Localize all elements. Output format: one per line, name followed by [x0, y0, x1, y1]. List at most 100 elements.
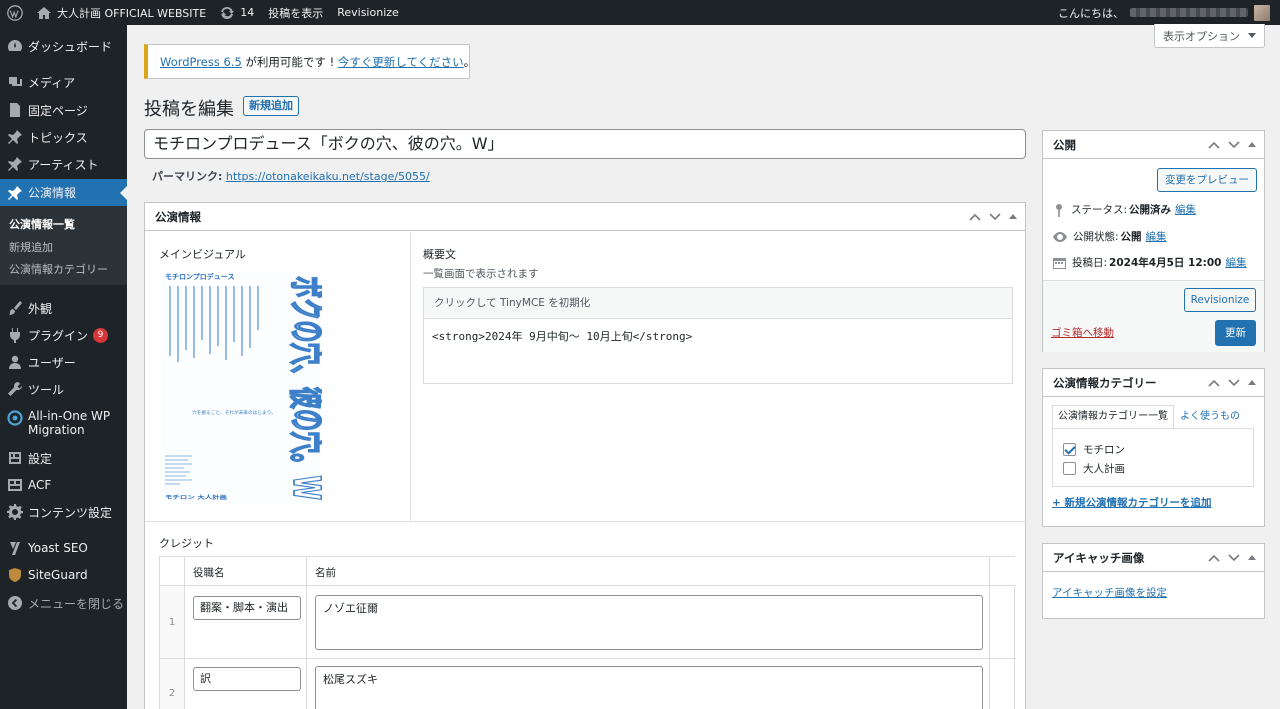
- category-item-mochiron[interactable]: モチロン: [1063, 442, 1125, 457]
- move-down-icon[interactable]: [1228, 553, 1240, 562]
- sidebar-item-migration[interactable]: All-in-One WP Migration: [0, 409, 127, 439]
- dashboard-icon: [6, 37, 24, 55]
- collapse-toggle-icon[interactable]: [1248, 142, 1256, 147]
- name-textarea[interactable]: 松尾スズキ: [315, 666, 983, 709]
- update-button[interactable]: 更新: [1215, 320, 1256, 346]
- sidebar-item-label: アーティスト: [28, 157, 99, 172]
- poster-art: モチロンプロデュース ボクの穴、彼の穴。W 穴を掘ること、それが未来: [162, 270, 322, 504]
- sidebar-item-artists[interactable]: アーティスト: [0, 153, 127, 175]
- wordpress-version-link[interactable]: WordPress 6.5: [160, 55, 242, 69]
- sidebar-item-plugins[interactable]: プラグイン 9: [0, 324, 127, 346]
- screen-options-button[interactable]: 表示オプション: [1154, 24, 1265, 48]
- edit-date-link[interactable]: 編集: [1225, 255, 1246, 270]
- add-new-button[interactable]: 新規追加: [243, 96, 299, 116]
- update-now-link[interactable]: 今すぐ更新してください: [338, 54, 464, 70]
- role-input[interactable]: 訳: [193, 667, 301, 691]
- column-role: 役職名: [193, 567, 225, 579]
- sidebar-item-dashboard[interactable]: ダッシュボード: [0, 35, 127, 57]
- submenu-performance-list[interactable]: 公演情報一覧: [9, 216, 75, 232]
- summary-textarea[interactable]: <strong>2024年 9月中旬〜 10月上旬</strong>: [424, 319, 1012, 353]
- sidebar-item-content-settings[interactable]: コンテンツ設定: [0, 501, 127, 523]
- set-featured-image-link[interactable]: アイキャッチ画像を設定: [1052, 585, 1167, 600]
- checkbox-unchecked[interactable]: [1063, 462, 1076, 475]
- row-number[interactable]: 1: [160, 587, 184, 658]
- revisionize-button[interactable]: Revisionize: [1184, 288, 1256, 312]
- move-down-icon[interactable]: [1228, 140, 1240, 149]
- sidebar-item-topics[interactable]: トピックス: [0, 126, 127, 148]
- name-textarea[interactable]: ノゾエ征爾: [315, 595, 983, 650]
- account-menu[interactable]: こんにちは、: [1058, 0, 1280, 25]
- category-item-otonakeikaku[interactable]: 大人計画: [1063, 461, 1125, 476]
- collapse-toggle-icon[interactable]: [1248, 555, 1256, 560]
- table-divider: [184, 557, 185, 709]
- yoast-icon: [6, 539, 24, 557]
- updates-link[interactable]: 14: [213, 0, 261, 25]
- sidebar-item-label: 公演情報: [28, 186, 77, 200]
- performances-submenu: 公演情報一覧 新規追加 公演情報カテゴリー: [0, 206, 127, 285]
- refresh-icon: [221, 6, 235, 19]
- settings-icon: [6, 449, 24, 467]
- add-new-category-link[interactable]: + 新規公演情報カテゴリーを追加: [1052, 495, 1211, 510]
- preview-changes-button[interactable]: 変更をプレビュー: [1157, 168, 1257, 192]
- sidebar-item-label: SiteGuard: [28, 568, 88, 582]
- edit-visibility-link[interactable]: 編集: [1146, 229, 1167, 244]
- sidebar-item-performances[interactable]: 公演情報: [0, 179, 127, 206]
- move-to-trash-link[interactable]: ゴミ箱へ移動: [1051, 325, 1114, 340]
- sidebar-item-users[interactable]: ユーザー: [0, 351, 127, 373]
- sidebar-item-label: ACF: [28, 478, 52, 492]
- sidebar-item-siteguard[interactable]: SiteGuard: [0, 564, 127, 586]
- row-divider: [160, 658, 1016, 659]
- summary-description: 一覧画面で表示されます: [423, 268, 539, 280]
- calendar-icon: [1053, 258, 1066, 269]
- publish-actions: Revisionize ゴミ箱へ移動 更新: [1043, 280, 1264, 352]
- main-visual-label: メインビジュアル: [159, 248, 246, 261]
- move-up-icon[interactable]: [1208, 554, 1220, 562]
- tinymce-init-bar[interactable]: クリックして TinyMCE を初期化: [424, 288, 1012, 319]
- tab-all-categories[interactable]: 公演情報カテゴリー一覧: [1052, 405, 1174, 429]
- sidebar-item-yoast[interactable]: Yoast SEO: [0, 537, 127, 559]
- move-up-icon[interactable]: [969, 213, 981, 221]
- post-title-input[interactable]: モチロンプロデュース「ボクの穴、彼の穴。W」: [144, 129, 1026, 159]
- status-row: ステータス: 公開済み 編集: [1053, 202, 1196, 217]
- sidebar-item-settings[interactable]: 設定: [0, 447, 127, 469]
- edit-status-link[interactable]: 編集: [1175, 202, 1196, 217]
- role-input[interactable]: 翻案・脚本・演出: [193, 596, 301, 620]
- date-row: 投稿日: 2024年4月5日 12:00 編集: [1053, 255, 1246, 270]
- sidebar-item-tools[interactable]: ツール: [0, 378, 127, 400]
- brush-icon: [6, 299, 24, 317]
- row-number[interactable]: 2: [160, 659, 184, 709]
- greeting: こんにちは、: [1058, 6, 1124, 20]
- plugin-updates-badge: 9: [93, 327, 109, 343]
- move-down-icon[interactable]: [1228, 378, 1240, 387]
- submenu-add-new[interactable]: 新規追加: [9, 239, 53, 255]
- poster-title: ボクの穴、彼の穴。W: [285, 276, 322, 500]
- move-up-icon[interactable]: [1208, 379, 1220, 387]
- plugin-icon: [6, 326, 24, 344]
- main-visual-image[interactable]: モチロンプロデュース ボクの穴、彼の穴。W 穴を掘ること、それが未来: [162, 270, 322, 504]
- view-post-link[interactable]: 投稿を表示: [261, 0, 330, 25]
- checkbox-checked[interactable]: [1063, 443, 1076, 456]
- avatar: [1254, 4, 1270, 21]
- wordpress-logo-icon[interactable]: [0, 0, 30, 25]
- migration-label-2: Migration: [28, 423, 85, 437]
- summary-editor[interactable]: クリックして TinyMCE を初期化 <strong>2024年 9月中旬〜 …: [423, 287, 1013, 384]
- collapse-toggle-icon[interactable]: [1248, 380, 1256, 385]
- sidebar-item-pages[interactable]: 固定ページ: [0, 99, 127, 121]
- sidebar-item-label: ユーザー: [28, 355, 76, 370]
- revisionize-link[interactable]: Revisionize: [330, 0, 406, 25]
- collapse-toggle-icon[interactable]: [1009, 214, 1017, 219]
- wrench-icon: [6, 380, 24, 398]
- gear-icon: [6, 503, 24, 521]
- tab-most-used[interactable]: よく使うもの: [1174, 405, 1246, 429]
- sidebar-item-collapse[interactable]: メニューを閉じる: [0, 592, 127, 614]
- site-name-link[interactable]: 大人計画 OFFICIAL WEBSITE: [30, 0, 213, 25]
- move-down-icon[interactable]: [989, 212, 1001, 221]
- sidebar-item-appearance[interactable]: 外観: [0, 297, 127, 319]
- submenu-categories[interactable]: 公演情報カテゴリー: [9, 261, 108, 277]
- visibility-label: 公開状態:: [1073, 231, 1119, 243]
- move-up-icon[interactable]: [1208, 141, 1220, 149]
- permalink-url-link[interactable]: https://otonakeikaku.net/stage/5055/: [226, 170, 430, 183]
- pin-icon: [6, 155, 24, 173]
- sidebar-item-acf[interactable]: ACF: [0, 474, 127, 496]
- sidebar-item-media[interactable]: メディア: [0, 71, 127, 93]
